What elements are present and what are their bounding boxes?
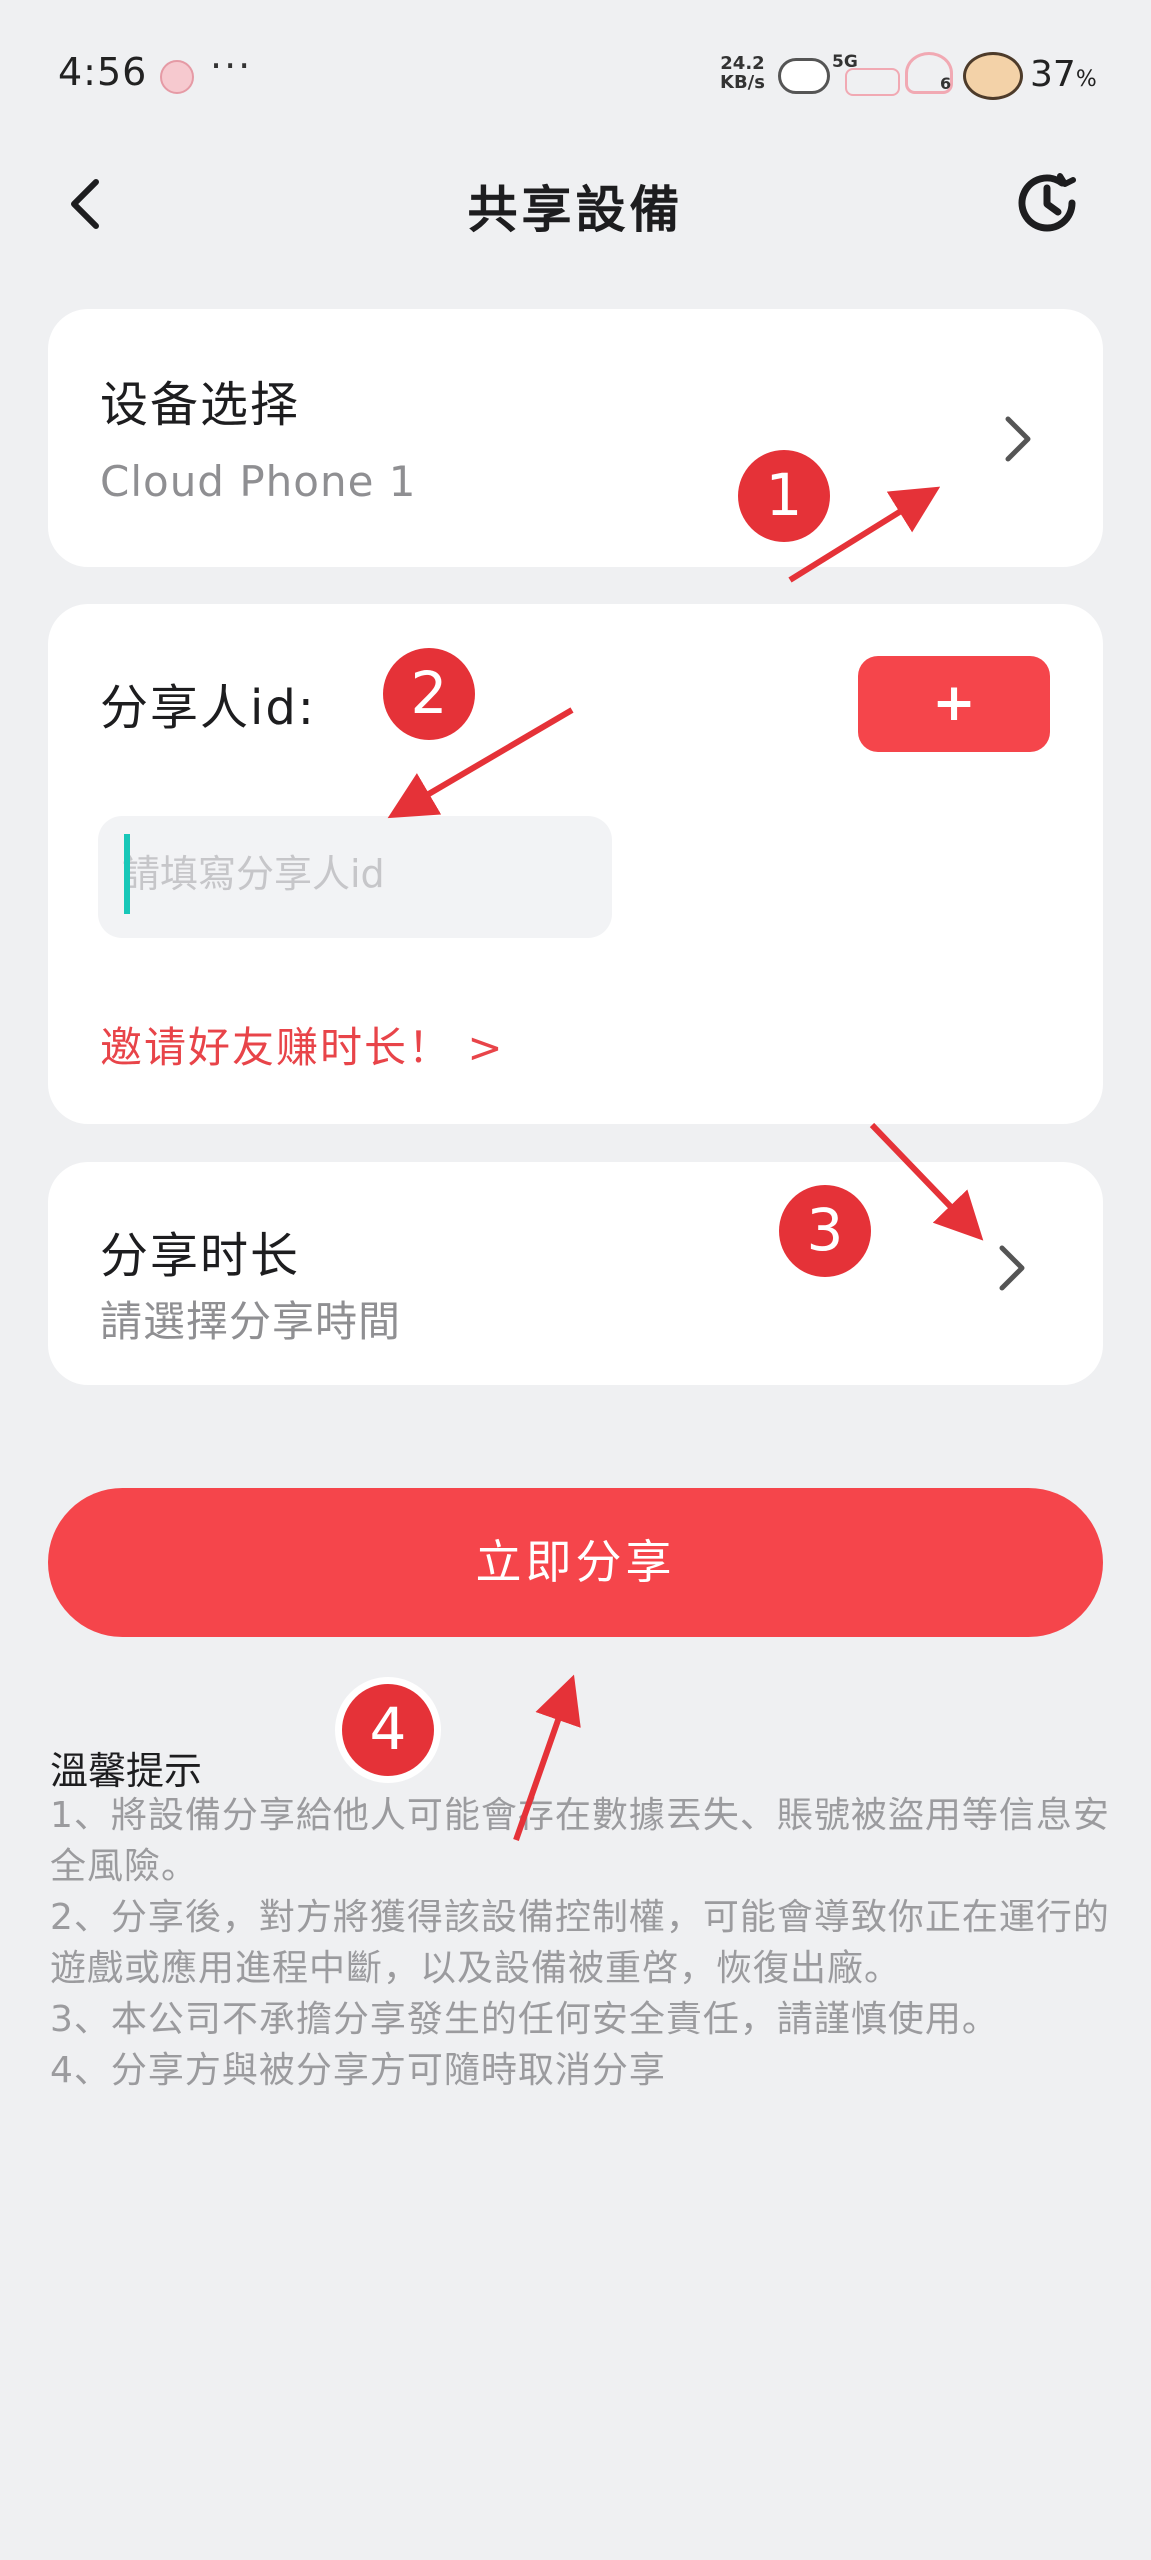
annotation-badge-3: 3 bbox=[779, 1185, 871, 1277]
status-time: 4:56 bbox=[58, 50, 148, 94]
tip-item: 4、分享方與被分享方可隨時取消分享 bbox=[50, 2050, 666, 2091]
signal-strength-icon bbox=[845, 68, 900, 96]
header: 共享設備 bbox=[0, 150, 1151, 255]
network-speed-unit: KB/s bbox=[720, 72, 765, 93]
sharer-id-card: 分享人id: + 邀请好友赚时长！ > bbox=[48, 604, 1103, 1124]
battery-percent: 37 bbox=[1030, 54, 1076, 95]
add-sharer-button[interactable]: + bbox=[858, 656, 1050, 752]
chevron-right-icon bbox=[1005, 416, 1031, 462]
sharer-id-label: 分享人id: bbox=[100, 680, 316, 736]
tip-item: 3、本公司不承擔分享發生的任何安全責任，請謹慎使用。 bbox=[50, 1999, 999, 2040]
share-duration-placeholder: 請選擇分享時間 bbox=[100, 1297, 402, 1346]
tips-title: 溫馨提示 bbox=[50, 1749, 203, 1793]
status-more-icon: ··· bbox=[210, 44, 253, 88]
network-speed: 24.2 KB/s bbox=[720, 54, 765, 92]
text-cursor bbox=[124, 834, 130, 914]
chevron-right-icon bbox=[999, 1245, 1025, 1291]
tips-list: 1、將設備分享給他人可能會存在數據丟失、賬號被盜用等信息安全風險。 2、分享後，… bbox=[50, 1790, 1110, 2096]
share-now-button[interactable]: 立即分享 bbox=[48, 1488, 1103, 1637]
battery-unit: % bbox=[1075, 67, 1097, 92]
network-speed-value: 24.2 bbox=[720, 53, 765, 74]
history-button[interactable] bbox=[1012, 168, 1082, 238]
tip-item: 1、將設備分享給他人可能會存在數據丟失、賬號被盜用等信息安全風險。 bbox=[50, 1795, 1110, 1887]
tip-item: 2、分享後，對方將獲得該設備控制權，可能會導致你正在運行的遊戲或應用進程中斷，以… bbox=[50, 1897, 1110, 1989]
cloud-sticker-icon bbox=[778, 58, 830, 94]
device-select-value: Cloud Phone 1 bbox=[100, 457, 417, 506]
annotation-badge-2: 2 bbox=[383, 648, 475, 740]
device-select-label: 设备选择 bbox=[100, 377, 301, 433]
wifi-number: 6 bbox=[940, 74, 952, 93]
invite-friends-link[interactable]: 邀请好友赚时长！ > bbox=[100, 1014, 505, 1075]
share-duration-card[interactable]: 分享时长 請選擇分享時間 bbox=[48, 1162, 1103, 1385]
sharer-id-input[interactable] bbox=[122, 834, 602, 914]
battery-character-icon bbox=[963, 52, 1023, 100]
device-select-card[interactable]: 设备选择 Cloud Phone 1 bbox=[48, 309, 1103, 567]
history-clock-icon bbox=[1018, 173, 1076, 232]
annotation-badge-4: 4 bbox=[342, 1684, 434, 1776]
battery-level: 37% bbox=[1030, 54, 1097, 95]
share-duration-label: 分享时长 bbox=[100, 1228, 301, 1284]
annotation-badge-1: 1 bbox=[738, 450, 830, 542]
page-title: 共享設備 bbox=[467, 181, 684, 239]
notification-app-icon bbox=[160, 60, 194, 94]
status-bar: 4:56 ··· 24.2 KB/s 5G 6 37% bbox=[0, 0, 1151, 150]
